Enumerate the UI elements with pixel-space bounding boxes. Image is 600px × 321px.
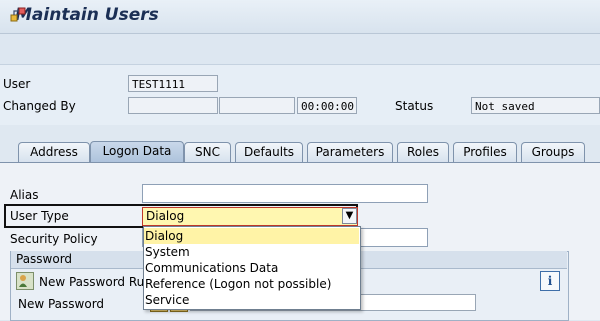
tab-groups[interactable]: Groups bbox=[521, 142, 585, 162]
changed-date-field[interactable] bbox=[219, 97, 295, 114]
user-type-dropdown: Dialog System Communications Data Refere… bbox=[143, 226, 361, 310]
info-icon[interactable]: i bbox=[540, 271, 560, 291]
tab-roles[interactable]: Roles bbox=[397, 142, 449, 162]
password-group-title: Password bbox=[16, 252, 73, 266]
security-policy-label: Security Policy bbox=[10, 232, 98, 246]
changed-by-field[interactable] bbox=[128, 97, 218, 114]
tab-strip: Address Logon Data SNC Defaults Paramete… bbox=[0, 138, 600, 162]
user-label: User bbox=[3, 77, 31, 91]
tab-profiles[interactable]: Profiles bbox=[453, 142, 517, 162]
chevron-down-icon[interactable]: ▼ bbox=[342, 208, 357, 224]
option-reference[interactable]: Reference (Logon not possible) bbox=[144, 276, 359, 292]
user-type-select[interactable]: Dialog bbox=[142, 207, 358, 226]
hierarchy-icon[interactable] bbox=[10, 6, 26, 22]
tab-defaults[interactable]: Defaults bbox=[235, 142, 303, 162]
page-title: Maintain Users bbox=[15, 5, 159, 25]
tab-snc[interactable]: SNC bbox=[184, 142, 231, 162]
user-type-label: User Type bbox=[10, 209, 69, 223]
option-dialog[interactable]: Dialog bbox=[144, 228, 359, 244]
tab-parameters[interactable]: Parameters bbox=[307, 142, 393, 162]
option-communications-data[interactable]: Communications Data bbox=[144, 260, 359, 276]
tab-logon-data[interactable]: Logon Data bbox=[90, 141, 184, 162]
new-password-label: New Password bbox=[18, 297, 105, 311]
application-toolbar bbox=[0, 34, 600, 65]
tab-address[interactable]: Address bbox=[18, 142, 90, 162]
changed-time-field[interactable]: 00:00:00 bbox=[297, 97, 357, 114]
option-system[interactable]: System bbox=[144, 244, 359, 260]
alias-input[interactable] bbox=[142, 184, 428, 203]
new-password-rules-icon[interactable] bbox=[16, 272, 34, 290]
user-field[interactable]: TEST1111 bbox=[128, 75, 218, 92]
alias-label: Alias bbox=[10, 188, 39, 202]
status-field[interactable]: Not saved bbox=[471, 97, 600, 114]
status-label: Status bbox=[395, 99, 434, 113]
option-service[interactable]: Service bbox=[144, 292, 359, 308]
header-area bbox=[0, 65, 600, 125]
changed-by-label: Changed By bbox=[3, 99, 76, 113]
